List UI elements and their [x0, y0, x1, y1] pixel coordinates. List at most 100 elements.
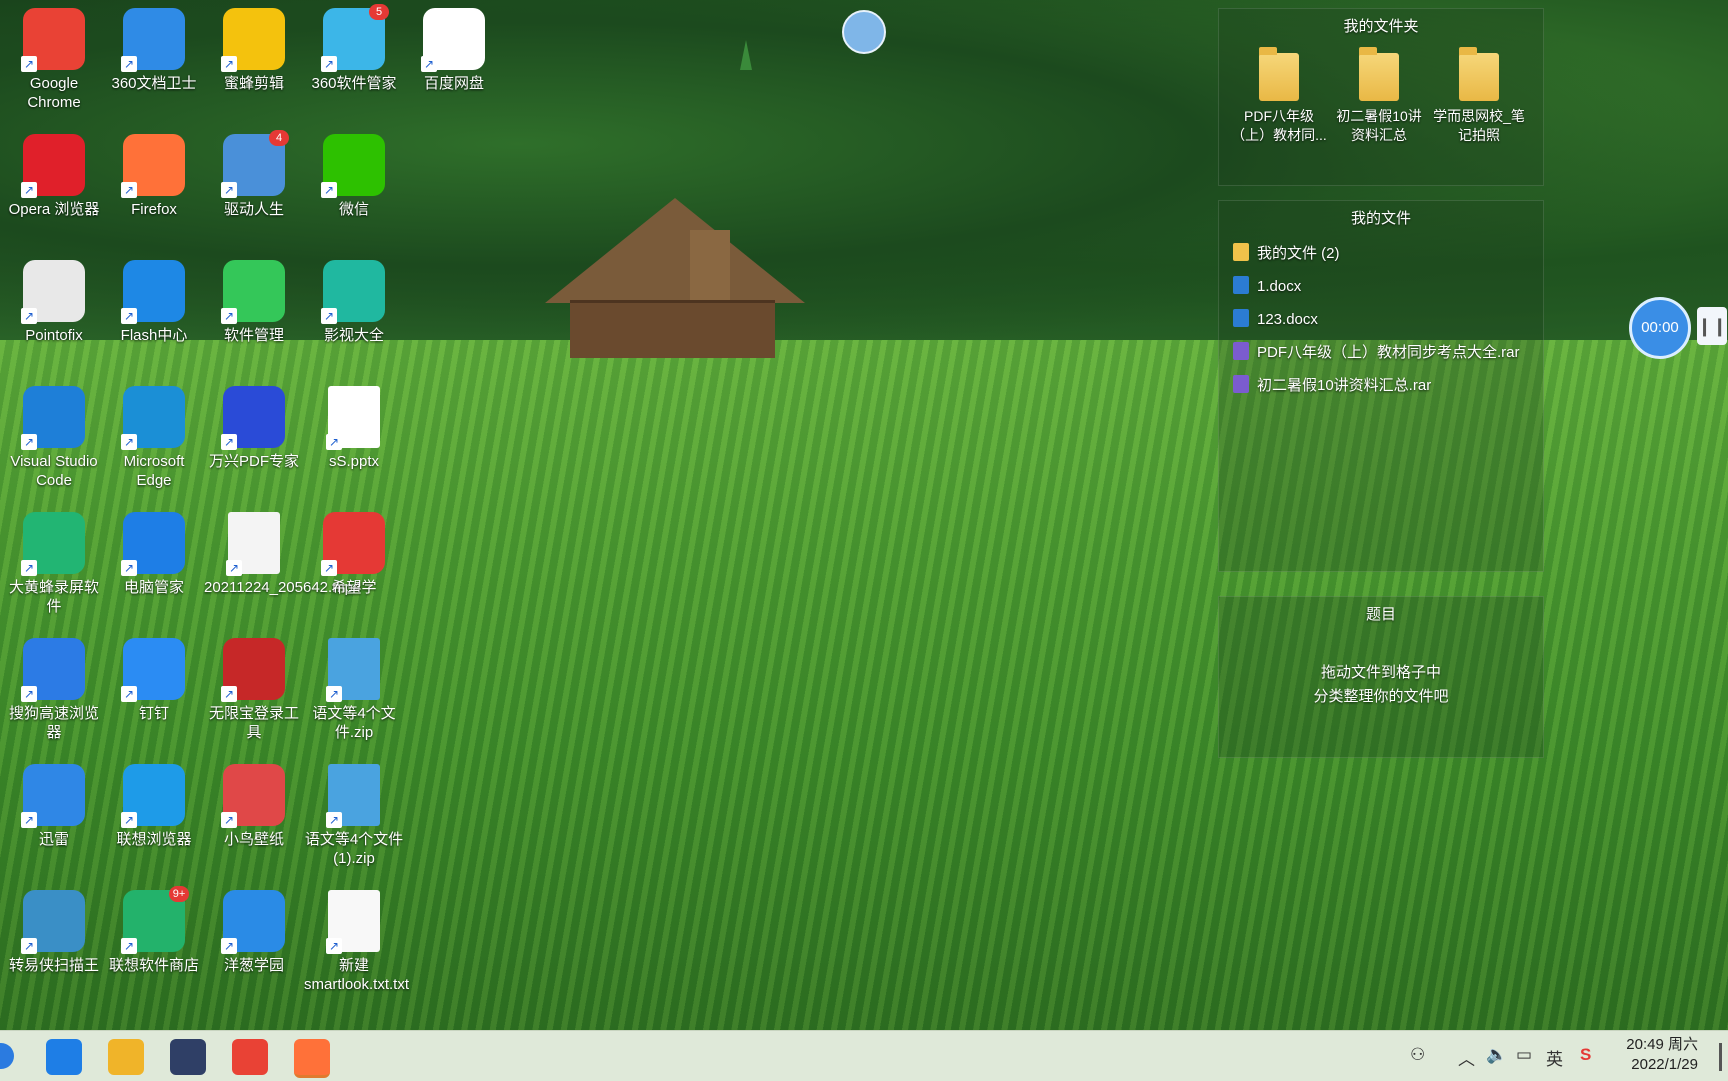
volume-icon[interactable]: 🔈: [1486, 1045, 1507, 1065]
desktop-icon[interactable]: ↗ 电脑管家: [104, 504, 204, 626]
desktop-icon-label: Opera 浏览器: [8, 201, 100, 218]
file-row[interactable]: 我的文件 (2): [1233, 241, 1340, 267]
file-row[interactable]: 123.docx: [1233, 307, 1318, 333]
desktop-icon[interactable]: ↗ Microsoft Edge: [104, 378, 204, 500]
clock-date: 2022/1/29: [1631, 1056, 1698, 1073]
file-name: 1.docx: [1257, 278, 1302, 295]
desktop-icon[interactable]: ↗ 百度网盘: [404, 0, 504, 122]
desktop-icon-label: 希望学: [331, 579, 377, 596]
desktop-icon[interactable]: ↗ Firefox: [104, 126, 204, 248]
desktop-icon[interactable]: ↗ 9+ 联想软件商店: [104, 882, 204, 1004]
desktop-icon[interactable]: ↗ 搜狗高速浏览器: [4, 630, 104, 752]
desktop-icon[interactable]: ↗ Google Chrome: [4, 0, 104, 122]
desktop-icon[interactable]: ↗ 大黄蜂录屏软件: [4, 504, 104, 626]
desktop-icon[interactable]: ↗ sS.pptx: [304, 378, 404, 500]
file-organizer-panel: 我的文件夹 PDF八年级（上）教材同... 初二暑假10讲资料汇总 学而思网校_…: [1218, 8, 1544, 760]
desktop-icon[interactable]: ↗ 20211224_205642.mp4: [204, 504, 361, 626]
desktop-icon[interactable]: ↗ 小鸟壁纸: [204, 756, 304, 878]
folder-icon: [1259, 47, 1299, 101]
file-name: 初二暑假10讲资料汇总.rar: [1257, 377, 1432, 394]
folder-item[interactable]: PDF八年级（上）教材同...: [1231, 47, 1327, 145]
desktop-icon[interactable]: ↗ 软件管理: [204, 252, 304, 374]
folder-icon: [1233, 243, 1249, 261]
taskbar-clock[interactable]: 20:49 周六 2022/1/29: [1626, 1035, 1698, 1075]
ime-indicator[interactable]: 英: [1546, 1045, 1563, 1070]
desktop-icon[interactable]: ↗ 新建smartlook.txt.txt: [304, 882, 409, 1004]
desktop-icon[interactable]: ↗ 360文档卫士: [104, 0, 204, 122]
shortcut-arrow-icon: ↗: [226, 560, 242, 576]
xue-icon: ↗: [321, 512, 385, 576]
desktop-icon[interactable]: ↗ 转易侠扫描王: [4, 882, 104, 1004]
desktop-icon-label: 电脑管家: [123, 579, 184, 596]
store-icon: ↗ 9+: [121, 886, 189, 954]
shortcut-arrow-icon: ↗: [321, 308, 337, 324]
shortcut-arrow-icon: ↗: [221, 812, 237, 828]
my-folders-section: 我的文件夹 PDF八年级（上）教材同... 初二暑假10讲资料汇总 学而思网校_…: [1218, 8, 1544, 186]
pointer-icon: ↗: [21, 260, 85, 324]
chrome-icon: ↗: [21, 8, 85, 72]
pause-icon[interactable]: ❙❙: [1697, 307, 1727, 345]
rar-icon: [1233, 375, 1249, 393]
shortcut-arrow-icon: ↗: [21, 560, 37, 576]
desktop-icon[interactable]: ↗ 语文等4个文件 (1).zip: [304, 756, 404, 878]
desktop-icon[interactable]: ↗ 无限宝登录工具: [204, 630, 304, 752]
shortcut-arrow-icon: ↗: [221, 182, 237, 198]
devexpress-icon[interactable]: [170, 1039, 206, 1075]
desktop-icon[interactable]: ↗ 微信: [304, 126, 404, 248]
battery-icon[interactable]: ▭: [1516, 1045, 1532, 1065]
chevron-up-icon[interactable]: ︿: [1458, 1045, 1475, 1070]
sogou-ime-icon[interactable]: S: [1580, 1045, 1591, 1065]
desktop-icon[interactable]: ↗ 联想浏览器: [104, 756, 204, 878]
desktop-icon[interactable]: ↗ Visual Studio Code: [4, 378, 104, 500]
file-row[interactable]: 1.docx: [1233, 274, 1301, 300]
desktop-icon[interactable]: ↗ 影视大全: [304, 252, 404, 374]
desktop-icon[interactable]: ↗ 钉钉: [104, 630, 204, 752]
floating-timer-widget[interactable]: 00:00 ❙❙: [1625, 297, 1728, 359]
firefox-icon: ↗: [121, 134, 185, 198]
desktop-icon-label: 大黄蜂录屏软件: [8, 579, 99, 615]
folder-item[interactable]: 学而思网校_笔记拍照: [1431, 47, 1527, 145]
notification-badge: 5: [369, 4, 389, 20]
chrome-icon[interactable]: [232, 1039, 268, 1075]
parrot-icon: ↗: [221, 764, 285, 828]
zip-icon: ↗: [326, 764, 380, 828]
desktop-icon[interactable]: ↗ Flash中心: [104, 252, 204, 374]
desktop-icon[interactable]: ↗ 希望学: [304, 504, 404, 626]
start-edge-icon[interactable]: [0, 1043, 14, 1069]
desktop-icon[interactable]: ↗ 洋葱学园: [204, 882, 304, 1004]
topic-hint-line1: 拖动文件到格子中: [1320, 664, 1441, 681]
desktop-icon[interactable]: ↗ 4 驱动人生: [204, 126, 304, 248]
zip-icon: ↗: [326, 638, 380, 702]
shortcut-arrow-icon: ↗: [121, 434, 137, 450]
desktop-icon[interactable]: ↗ 5 360软件管家: [304, 0, 404, 122]
topic-drop-hint: 拖动文件到格子中 分类整理你的文件吧: [1219, 661, 1543, 709]
desktop-icon-label: Visual Studio Code: [10, 453, 98, 489]
flower-icon: ↗: [221, 260, 285, 324]
timer-display[interactable]: 00:00: [1629, 297, 1691, 359]
desktop-icon[interactable]: ↗ 万兴PDF专家: [204, 378, 304, 500]
shortcut-arrow-icon: ↗: [121, 938, 137, 954]
file-explorer-icon[interactable]: [108, 1039, 144, 1075]
desktop-icon[interactable]: ↗ 蜜蜂剪辑: [204, 0, 304, 122]
shortcut-arrow-icon: ↗: [326, 434, 342, 450]
shortcut-arrow-icon: ↗: [121, 812, 137, 828]
folder-icon: [1359, 47, 1399, 101]
show-desktop-button[interactable]: [1719, 1043, 1722, 1071]
desktop-icon[interactable]: ↗ 迅雷: [4, 756, 104, 878]
people-icon[interactable]: ⚇: [1410, 1045, 1425, 1065]
onion-icon: ↗: [221, 890, 285, 954]
lenovo-l-icon[interactable]: [46, 1039, 82, 1075]
wallpaper-hut-gable: [690, 230, 730, 300]
file-row[interactable]: 初二暑假10讲资料汇总.rar: [1233, 373, 1431, 399]
folder-item[interactable]: 初二暑假10讲资料汇总: [1331, 47, 1427, 145]
desktop-mascot-widget[interactable]: [842, 10, 886, 54]
firefox-icon[interactable]: [294, 1039, 330, 1078]
my-files-title: 我的文件: [1350, 210, 1411, 227]
file-row[interactable]: PDF八年级（上）教材同步考点大全.rar: [1233, 340, 1520, 366]
shortcut-arrow-icon: ↗: [21, 182, 37, 198]
desktop-icon[interactable]: ↗ Opera 浏览器: [4, 126, 104, 248]
desktop-icon[interactable]: ↗ 语文等4个文件.zip: [304, 630, 404, 752]
desktop-icon[interactable]: ↗ Pointofix: [4, 252, 104, 374]
taskbar: ⚇ ︿ 🔈 ▭ 英 S 20:49 周六 2022/1/29: [0, 1030, 1728, 1081]
shortcut-arrow-icon: ↗: [121, 56, 137, 72]
